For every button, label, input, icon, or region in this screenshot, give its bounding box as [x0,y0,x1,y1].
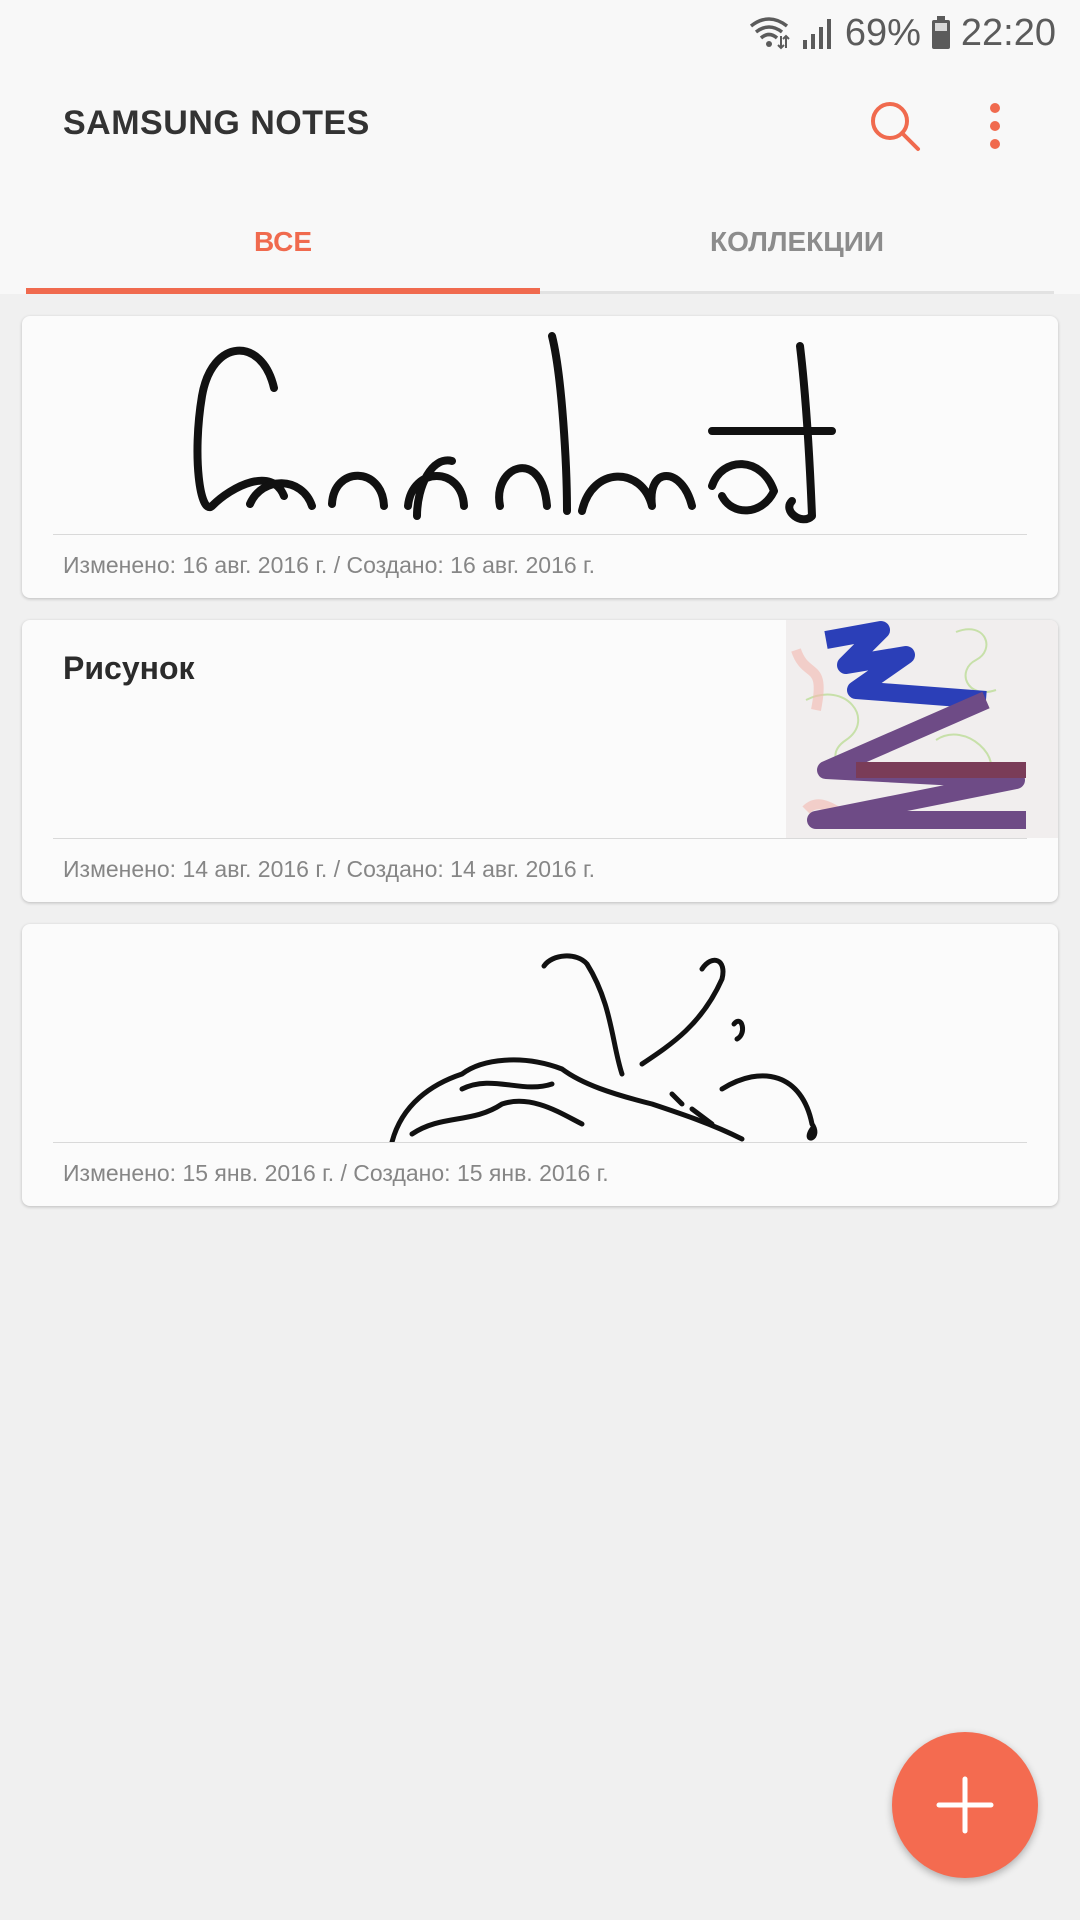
signal-icon [802,19,831,49]
clock: 22:20 [960,11,1056,54]
sketch-preview [389,953,818,1142]
app-bar: SAMSUNG NOTES ВСЕ КОЛЛЕКЦИИ [0,66,1080,294]
note-card[interactable]: Изменено: 16 авг. 2016 г. / Создано: 16 … [22,316,1058,598]
more-options-button[interactable] [951,82,1039,170]
plus-icon [936,1776,994,1834]
drawing-thumbnail [786,620,1058,838]
status-icons: 69% 22:20 [747,6,1056,60]
battery-percent: 69% [844,11,921,54]
card-divider [53,838,1027,839]
tab-bar: ВСЕ КОЛЛЕКЦИИ [26,192,1054,294]
note-dates: Изменено: 16 авг. 2016 г. / Создано: 16 … [63,552,596,578]
note-card[interactable]: Рисунок Изменено: 14 авг. 2016 г. / Созд… [22,620,1058,902]
note-dates: Изменено: 14 авг. 2016 г. / Создано: 14 … [63,856,596,882]
wifi-icon [749,17,790,50]
app-title: SAMSUNG NOTES [63,104,370,142]
battery-icon [931,16,950,49]
note-dates: Изменено: 15 янв. 2016 г. / Создано: 15 … [63,1160,609,1186]
card-divider [53,1142,1027,1143]
add-note-button[interactable] [892,1732,1038,1878]
tab-all[interactable]: ВСЕ [26,192,540,294]
note-card[interactable]: Изменено: 15 янв. 2016 г. / Создано: 15 … [22,924,1058,1206]
status-bar: 69% 22:20 [0,0,1080,66]
notes-screen: 69% 22:20 SAMSUNG NOTES ВСЕ КОЛЛЕКЦИИ Из… [0,0,1080,1920]
tab-collections[interactable]: КОЛЛЕКЦИИ [540,192,1054,291]
search-icon [871,102,920,151]
handwriting-preview [193,332,836,524]
card-divider [53,534,1027,535]
search-button[interactable] [851,82,939,170]
note-title: Рисунок [63,650,195,686]
more-vert-icon [990,103,1000,149]
